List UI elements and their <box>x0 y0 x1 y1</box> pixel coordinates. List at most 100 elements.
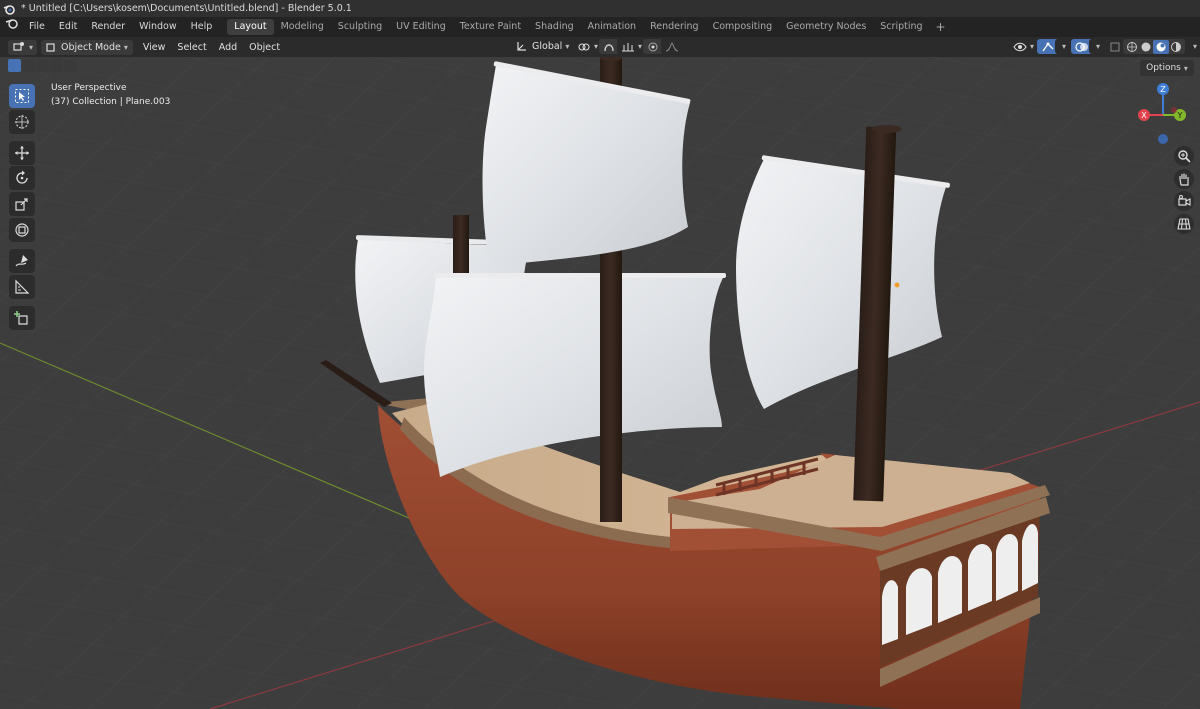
scale-tool[interactable] <box>9 192 35 216</box>
transform-icon <box>15 223 29 237</box>
tab-animation[interactable]: Animation <box>581 19 643 35</box>
menu-help[interactable]: Help <box>184 17 220 37</box>
proportional-edit-icon <box>648 42 658 51</box>
mode-selector[interactable]: Object Mode ▾ <box>41 39 133 55</box>
orientation-icon <box>517 41 526 51</box>
add-cube-icon <box>14 311 28 325</box>
tab-shading[interactable]: Shading <box>528 19 581 35</box>
chevron-down-icon: ▾ <box>123 42 128 52</box>
camera-icon <box>1178 195 1191 206</box>
editor-type-icon <box>13 42 24 51</box>
proportional-edit-button[interactable] <box>643 39 663 54</box>
menu-render[interactable]: Render <box>84 17 132 37</box>
chevron-down-icon: ▾ <box>29 42 34 52</box>
mode-label: Object Mode <box>61 41 121 53</box>
rotate-icon <box>16 170 28 184</box>
tab-geometry-nodes[interactable]: Geometry Nodes <box>779 19 873 35</box>
chevron-down-icon: ▾ <box>1062 42 1067 51</box>
chevron-down-icon: ▾ <box>1183 63 1188 73</box>
options-button[interactable]: Options ▾ <box>1140 60 1194 76</box>
measure-icon <box>15 279 30 294</box>
overlays-menu-button[interactable]: ▾ <box>1089 39 1105 54</box>
select-box-tool[interactable] <box>9 84 35 108</box>
tab-compositing[interactable]: Compositing <box>706 19 780 35</box>
tab-modeling[interactable]: Modeling <box>274 19 331 35</box>
falloff-curve-icon <box>665 41 679 51</box>
pivot-icon <box>578 42 590 51</box>
add-cube-tool[interactable] <box>9 306 35 330</box>
menu-select[interactable]: Select <box>171 42 212 53</box>
snap-grid-icon <box>622 42 634 51</box>
chevron-down-icon: ▾ <box>638 42 643 51</box>
top-menu-bar: File Edit Render Window Help Layout Mode… <box>0 17 1200 37</box>
menu-window[interactable]: Window <box>132 17 183 37</box>
projection-toggle-button[interactable] <box>1174 214 1194 234</box>
rotate-tool[interactable] <box>9 166 35 190</box>
editor-type-button[interactable]: ▾ <box>8 39 38 55</box>
pivot-point-button[interactable]: ▾ <box>573 39 603 54</box>
visibility-selector[interactable]: ▾ <box>1009 39 1039 54</box>
measure-tool[interactable] <box>9 275 35 299</box>
chevron-down-icon: ▾ <box>1193 42 1198 51</box>
tab-rendering[interactable]: Rendering <box>643 19 706 35</box>
cursor-tool[interactable] <box>9 110 35 134</box>
mast-mizzen-cap <box>872 125 902 133</box>
title-bar: * Untitled [C:\Users\kosem\Documents\Unt… <box>0 0 1200 17</box>
eye-icon <box>1013 42 1027 51</box>
tab-uv-editing[interactable]: UV Editing <box>389 19 453 35</box>
move-tool[interactable] <box>9 141 35 165</box>
material-shading-icon[interactable] <box>1153 39 1169 54</box>
move-icon <box>15 146 29 160</box>
gizmo-menu-button[interactable]: ▾ <box>1055 39 1071 54</box>
gizmo-z-label: Z <box>1160 85 1166 94</box>
select-new-icon[interactable] <box>8 59 21 72</box>
tab-layout[interactable]: Layout <box>227 19 274 35</box>
window-title: * Untitled [C:\Users\kosem\Documents\Unt… <box>21 3 352 14</box>
snap-target-button[interactable]: ▾ <box>617 39 647 54</box>
xray-toggle-button[interactable] <box>1105 39 1125 54</box>
solid-shading-icon[interactable] <box>1139 41 1153 53</box>
select-intersect-icon[interactable] <box>64 59 77 72</box>
select-extend-icon[interactable] <box>22 59 35 72</box>
menu-add[interactable]: Add <box>213 42 243 53</box>
snap-icon <box>604 43 614 51</box>
transform-orientation-selector[interactable]: Global ▾ <box>511 39 574 54</box>
blender-menu-icon[interactable] <box>0 17 22 37</box>
gizmo-neg-x-axis[interactable] <box>1171 107 1177 113</box>
wireframe-shading-icon[interactable] <box>1125 41 1139 53</box>
pan-button[interactable] <box>1174 169 1194 189</box>
annotate-icon <box>15 255 28 267</box>
camera-view-button[interactable] <box>1174 191 1194 211</box>
blender-logo-icon <box>3 4 15 15</box>
proportional-falloff-button[interactable] <box>661 39 683 54</box>
options-label: Options <box>1146 63 1181 73</box>
chevron-down-icon: ▾ <box>594 42 599 51</box>
transform-tool[interactable] <box>9 218 35 242</box>
annotate-tool[interactable] <box>9 249 35 273</box>
xray-icon <box>1110 42 1120 51</box>
menu-object[interactable]: Object <box>243 42 286 53</box>
select-mode-group <box>8 59 77 72</box>
3d-viewport[interactable]: User Perspective (37) Collection | Plane… <box>0 57 1200 709</box>
rendered-shading-icon[interactable] <box>1169 41 1183 53</box>
shading-mode-group <box>1123 39 1185 54</box>
gizmo-neg-z-axis[interactable] <box>1158 134 1168 144</box>
tab-sculpting[interactable]: Sculpting <box>331 19 389 35</box>
shading-menu-button[interactable]: ▾ <box>1186 39 1200 54</box>
snap-toggle-button[interactable] <box>599 39 619 54</box>
add-workspace-button[interactable]: + <box>930 20 952 34</box>
select-subtract-icon[interactable] <box>36 59 49 72</box>
menu-file[interactable]: File <box>22 17 52 37</box>
cursor-icon <box>15 115 29 129</box>
navigation-gizmo[interactable]: Z Y X <box>1128 79 1198 151</box>
pan-hand-icon <box>1179 173 1189 186</box>
object-origin-dot <box>894 282 900 288</box>
tab-texture-paint[interactable]: Texture Paint <box>453 19 528 35</box>
menu-edit[interactable]: Edit <box>52 17 84 37</box>
viewport-header: ▾ Object Mode ▾ View Select Add Object G… <box>0 37 1200 57</box>
select-invert-icon[interactable] <box>50 59 63 72</box>
tab-scripting[interactable]: Scripting <box>873 19 929 35</box>
menu-view[interactable]: View <box>137 42 172 53</box>
overlays-icon <box>1075 41 1088 52</box>
zoom-button[interactable] <box>1174 146 1194 166</box>
